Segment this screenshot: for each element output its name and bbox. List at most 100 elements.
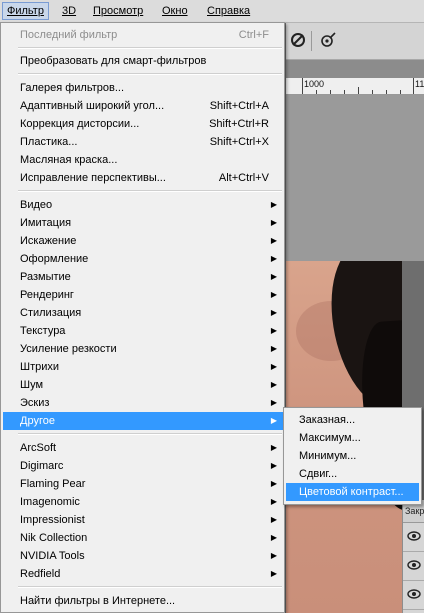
menu-item-filter-gallery[interactable]: Галерея фильтров...	[3, 79, 283, 97]
filter-menu: Последний фильтр Ctrl+F Преобразовать дл…	[0, 22, 285, 613]
visibility-eye-icon[interactable]	[406, 530, 422, 544]
ruler-tick	[344, 90, 345, 94]
menu-item-label: Найти фильтры в Интернете...	[20, 595, 176, 607]
submenu-item-minimum[interactable]: Минимум...	[286, 447, 419, 465]
visibility-eye-icon[interactable]	[406, 588, 422, 602]
submenu-arrow-icon: ▶	[270, 236, 277, 245]
submenu-arrow-icon: ▶	[270, 551, 277, 560]
menu-item-impressionist[interactable]: Impressionist ▶	[3, 511, 283, 529]
menu-3d[interactable]: 3D	[58, 3, 80, 19]
layer-row[interactable]	[403, 523, 424, 552]
menu-item-shortcut: Shift+Ctrl+R	[209, 118, 269, 130]
menu-item-label: ArcSoft	[20, 442, 57, 454]
menu-item-distort[interactable]: Искажение ▶	[3, 232, 283, 250]
menu-item-label: Имитация	[20, 217, 72, 229]
document-tab-strip	[286, 60, 424, 78]
visibility-eye-icon[interactable]	[406, 559, 422, 573]
menu-item-video[interactable]: Видео ▶	[3, 196, 283, 214]
menu-item-liquify[interactable]: Пластика... Shift+Ctrl+X	[3, 133, 283, 151]
submenu-arrow-icon: ▶	[270, 308, 277, 317]
menu-item-vanishing-point[interactable]: Исправление перспективы... Alt+Ctrl+V	[3, 169, 283, 187]
menu-item-arcsoft[interactable]: ArcSoft ▶	[3, 439, 283, 457]
menu-item-shortcut: Shift+Ctrl+A	[209, 100, 269, 112]
menu-item-render[interactable]: Рендеринг ▶	[3, 286, 283, 304]
menu-item-browse-filters-online[interactable]: Найти фильтры в Интернете...	[3, 592, 283, 610]
menu-item-label: NVIDIA Tools	[20, 550, 85, 562]
no-sample-icon[interactable]	[289, 32, 307, 50]
menu-item-label: Nik Collection	[20, 532, 88, 544]
menu-item-lens-correction[interactable]: Коррекция дисторсии... Shift+Ctrl+R	[3, 115, 283, 133]
menu-item-label: Шум	[20, 379, 44, 391]
menu-item-label: Галерея фильтров...	[20, 82, 125, 94]
menu-item-label: Адаптивный широкий угол...	[20, 100, 165, 112]
ruler-label-1100: 1100	[415, 79, 424, 89]
menu-view[interactable]: Просмотр	[89, 3, 147, 19]
menu-item-imagenomic[interactable]: Imagenomic ▶	[3, 493, 283, 511]
layers-panel: Закр	[402, 500, 424, 613]
sample-target-icon[interactable]	[319, 32, 337, 50]
menu-window[interactable]: Окно	[158, 3, 192, 19]
submenu-arrow-icon: ▶	[270, 515, 277, 524]
menu-item-label: Усиление резкости	[20, 343, 117, 355]
menu-item-digimarc[interactable]: Digimarc ▶	[3, 457, 283, 475]
layer-row[interactable]	[403, 581, 424, 610]
menu-item-sharpen[interactable]: Усиление резкости ▶	[3, 340, 283, 358]
menu-item-label: Штрихи	[20, 361, 60, 373]
ruler-tick	[386, 90, 387, 94]
submenu-arrow-icon: ▶	[270, 290, 277, 299]
layer-row[interactable]	[403, 552, 424, 581]
menu-item-texture[interactable]: Текстура ▶	[3, 322, 283, 340]
menu-help[interactable]: Справка	[203, 3, 254, 19]
menu-item-label: Digimarc	[20, 460, 64, 472]
menu-item-label: Текстура	[20, 325, 66, 337]
menu-item-other[interactable]: Другое ▶	[3, 412, 283, 430]
menu-3d-label: 3D	[62, 5, 77, 17]
menu-item-label: Другое	[20, 415, 55, 427]
menu-item-label: Размытие	[20, 271, 71, 283]
menu-item-adaptive-wide-angle[interactable]: Адаптивный широкий угол... Shift+Ctrl+A	[3, 97, 283, 115]
submenu-item-offset[interactable]: Сдвиг...	[286, 465, 419, 483]
menu-item-redfield[interactable]: Redfield ▶	[3, 565, 283, 583]
submenu-item-maximum[interactable]: Максимум...	[286, 429, 419, 447]
menu-item-nvidia-tools[interactable]: NVIDIA Tools ▶	[3, 547, 283, 565]
submenu-item-custom[interactable]: Заказная...	[286, 411, 419, 429]
submenu-arrow-icon: ▶	[270, 218, 277, 227]
menu-item-label: Imagenomic	[20, 496, 80, 508]
menu-item-last-filter[interactable]: Последний фильтр Ctrl+F	[3, 26, 283, 44]
menu-item-blur[interactable]: Размытие ▶	[3, 268, 283, 286]
menu-item-pixelate[interactable]: Оформление ▶	[3, 250, 283, 268]
menu-item-label: Оформление	[20, 253, 89, 265]
submenu-arrow-icon: ▶	[270, 398, 277, 407]
menu-item-flaming-pear[interactable]: Flaming Pear ▶	[3, 475, 283, 493]
menu-item-nik-collection[interactable]: Nik Collection ▶	[3, 529, 283, 547]
ruler-tick	[330, 90, 331, 94]
submenu-arrow-icon: ▶	[270, 533, 277, 542]
menu-item-stylize[interactable]: Стилизация ▶	[3, 304, 283, 322]
menu-item-artistic[interactable]: Имитация ▶	[3, 214, 283, 232]
menu-filter[interactable]: Фильтр	[2, 2, 49, 20]
submenu-arrow-icon: ▶	[270, 479, 277, 488]
menu-item-sketch[interactable]: Эскиз ▶	[3, 394, 283, 412]
submenu-arrow-icon: ▶	[270, 497, 277, 506]
menu-item-oil-paint[interactable]: Масляная краска...	[3, 151, 283, 169]
menu-filter-label: Фильтр	[7, 5, 44, 17]
submenu-arrow-icon: ▶	[270, 569, 277, 578]
options-toolbar	[286, 23, 424, 60]
canvas-pasteboard[interactable]	[286, 95, 424, 261]
menu-item-noise[interactable]: Шум ▶	[3, 376, 283, 394]
menu-item-label: Рендеринг	[20, 289, 74, 301]
submenu-item-label: Максимум...	[299, 432, 361, 444]
menu-item-label: Искажение	[20, 235, 77, 247]
ruler-tick	[400, 90, 401, 94]
menu-item-convert-smart-filters[interactable]: Преобразовать для смарт-фильтров	[3, 52, 283, 70]
submenu-item-high-pass[interactable]: Цветовой контраст...	[286, 483, 419, 501]
menu-separator	[18, 47, 282, 49]
menu-item-label: Redfield	[20, 568, 61, 580]
menu-item-brush-strokes[interactable]: Штрихи ▶	[3, 358, 283, 376]
ruler-tick	[316, 90, 317, 94]
submenu-arrow-icon: ▶	[270, 344, 277, 353]
ruler-tick	[413, 78, 414, 94]
menu-item-label: Impressionist	[20, 514, 85, 526]
submenu-arrow-icon: ▶	[270, 416, 277, 425]
menu-separator	[18, 190, 282, 192]
